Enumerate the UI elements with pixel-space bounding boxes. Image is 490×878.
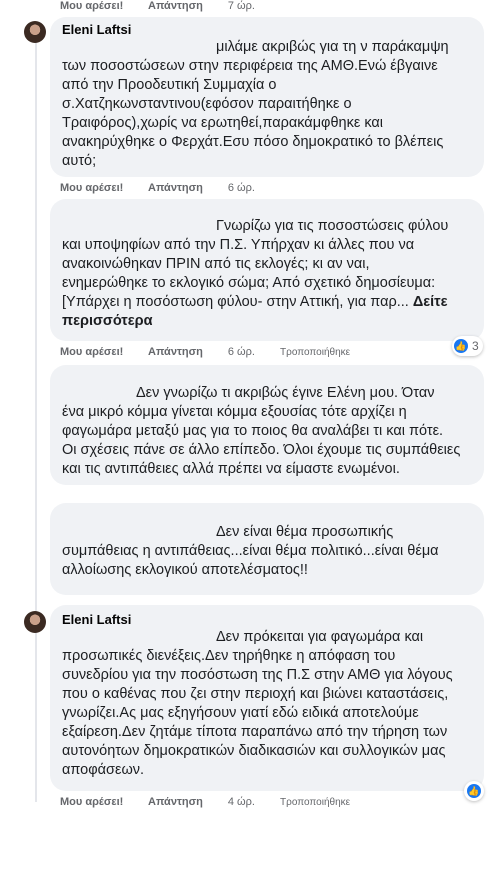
- comment-line: Δεν πρόκειται για φαγωμάρα και: [216, 629, 424, 645]
- comment-line: αλλοίωσης εκλογικού αποτελέσματος!!: [62, 562, 308, 578]
- comment-line: αυτονόητων δημοκρατικών διαδικασιών και …: [62, 743, 446, 759]
- comment-line: σ.Χατζηκωνσταντινου(εφόσον παραιτήθηκε ο: [62, 96, 352, 112]
- comment-line: ανακοινώθηκαν ΠΡΙΝ από τις εκλογές; κι α…: [62, 256, 370, 272]
- comment-4-text: Δεν είναι θέμα προσωπικής συμπάθειας η α…: [62, 523, 439, 580]
- comment-2-actions: Μου αρέσει! Απάντηση 6 ώρ. Τροποποιήθηκε: [60, 346, 372, 358]
- reply-link[interactable]: Απάντηση: [148, 796, 203, 808]
- comment-line: Γνωρίζω για τις ποσοστώσεις φύλου: [216, 218, 449, 234]
- comment-time[interactable]: 7 ώρ.: [228, 0, 255, 12]
- comment-line: από την Προοδευτική Συμμαχία ο: [62, 77, 277, 93]
- comment-1-text: μιλάμε ακριβώς για τη ν παράκαμψη των πο…: [62, 38, 449, 171]
- comment-author[interactable]: Eleni Laftsi: [62, 612, 131, 627]
- comment-line: αυτό;: [62, 153, 97, 169]
- reply-link[interactable]: Απάντηση: [148, 0, 203, 12]
- like-icon: 👍: [454, 339, 468, 353]
- comment-line: Δεν γνωρίζω τι ακριβώς έγινε Ελένη μου. …: [136, 385, 435, 401]
- comment-line: Οι σχέσεις πάνε σε άλλο επίπεδο. Όλοι έχ…: [62, 442, 461, 458]
- comment-line: αποφάσεων.: [62, 762, 145, 778]
- comment-line: γνωρίζει.Ας μας εξηγήσουν γιατί εδώ ειδι…: [62, 705, 419, 721]
- like-link[interactable]: Μου αρέσει!: [60, 346, 123, 358]
- comment-line: που ο καθένας που ζει στην περιοχή και β…: [62, 686, 449, 702]
- reaction-summary[interactable]: 👍 3: [452, 336, 483, 356]
- comment-1-actions: Μου αρέσει! Απάντηση 6 ώρ.: [60, 182, 277, 194]
- comment-line: μιλάμε ακριβώς για τη ν παράκαμψη: [216, 39, 449, 55]
- comment-line: και υποψηφίων από την Π.Σ. Υπήρχαν κι άλ…: [62, 237, 415, 253]
- comment-line: [Υπάρχει η ποσόστωση φύλου- στην Αττική,…: [62, 294, 409, 310]
- comment-3-text: Δεν γνωρίζω τι ακριβώς έγινε Ελένη μου. …: [62, 384, 460, 479]
- like-link[interactable]: Μου αρέσει!: [60, 0, 123, 12]
- comment-time[interactable]: 6 ώρ.: [228, 346, 255, 358]
- comment-author[interactable]: Eleni Laftsi: [62, 22, 131, 37]
- reaction-summary[interactable]: 👍: [464, 781, 484, 801]
- avatar[interactable]: [24, 21, 46, 43]
- comment-line: των ποσοστώσεων στην περιφέρεια της ΑΜΘ.…: [62, 58, 438, 74]
- edited-label[interactable]: Τροποποιήθηκε: [280, 347, 350, 358]
- comment-time[interactable]: 6 ώρ.: [228, 182, 255, 194]
- like-link[interactable]: Μου αρέσει!: [60, 182, 123, 194]
- comment-line: προσωπικές διενέξεις.Δεν τηρήθηκε η απόφ…: [62, 648, 396, 664]
- edited-label[interactable]: Τροποποιήθηκε: [280, 797, 350, 808]
- comment-line: ενημερώθηκε το εκλογικό σώμα; Από σχετικ…: [62, 275, 436, 291]
- comment-line: φαγωμάρα μεταξύ μας για το ποιος θα αναλ…: [62, 423, 444, 439]
- comment-line: ένα μικρό κόμμα γίνεται κόμμα εξουσίας τ…: [62, 404, 407, 420]
- see-more-link-continued[interactable]: περισσότερα: [62, 312, 448, 331]
- reply-link[interactable]: Απάντηση: [148, 346, 203, 358]
- like-icon: 👍: [467, 784, 481, 798]
- reaction-count: 3: [472, 339, 479, 353]
- comment-5-text: Δεν πρόκειται για φαγωμάρα και προσωπικέ…: [62, 628, 453, 780]
- reply-link[interactable]: Απάντηση: [148, 182, 203, 194]
- comment-2-text: Γνωρίζω για τις ποσοστώσεις φύλου και υπ…: [62, 217, 448, 331]
- thread-line: [35, 42, 37, 802]
- comment-5-actions: Μου αρέσει! Απάντηση 4 ώρ. Τροποποιήθηκε: [60, 796, 372, 808]
- comment-line: Τραιφόρος),χωρίς να ερωτηθεί,παρακάμφθηκ…: [62, 115, 383, 131]
- comment-line: συμπάθειας η αντιπάθειας...είναι θέμα πο…: [62, 543, 439, 559]
- see-more-link[interactable]: Δείτε: [413, 294, 448, 310]
- like-link[interactable]: Μου αρέσει!: [60, 796, 123, 808]
- comment-line: ανακηρύχθηκε ο Φερχάτ.Εσυ πόσο δημοκρατι…: [62, 134, 444, 150]
- avatar[interactable]: [24, 611, 46, 633]
- comment-line: εξαίρεση.Δεν ζητάμε τίποτα παραπάνω από …: [62, 724, 448, 740]
- comment-time[interactable]: 4 ώρ.: [228, 796, 255, 808]
- comment-line: και τις αντιπάθειες αλλά πρέπει να είμασ…: [62, 461, 400, 477]
- comment-line: συνεδρίου για την ποσόστωση της Π.Σ στην…: [62, 667, 453, 683]
- comment-0-actions: Μου αρέσει! Απάντηση 7 ώρ.: [60, 0, 277, 12]
- comment-line: Δεν είναι θέμα προσωπικής: [216, 524, 394, 540]
